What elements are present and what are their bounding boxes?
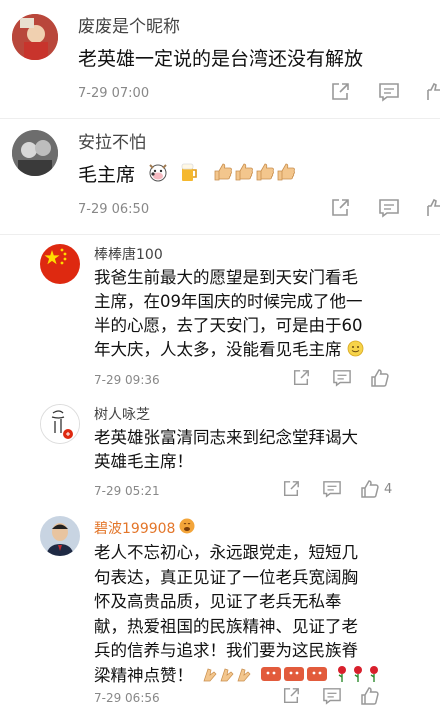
cow-emoji xyxy=(147,161,169,188)
avatar[interactable] xyxy=(12,130,58,176)
text-line: 主席，在09年国庆的时候完成了他一 xyxy=(94,292,363,311)
like-icon xyxy=(371,369,389,387)
text-line: 老人不忘初心，永远跟党走，短短几 xyxy=(94,543,358,562)
avatar[interactable] xyxy=(40,404,80,444)
reply-button[interactable] xyxy=(378,198,400,218)
share-button[interactable] xyxy=(292,369,310,387)
username[interactable]: 树人咏芝 xyxy=(94,404,150,424)
share-icon xyxy=(332,83,349,100)
timestamp: 7-29 07:00 xyxy=(78,86,150,101)
timestamp: 7-29 06:50 xyxy=(78,202,150,217)
like-icon xyxy=(361,687,379,705)
avatar[interactable] xyxy=(12,14,58,60)
fire-emoji xyxy=(179,518,195,538)
text-line: 句表达，真正见证了一位老兵宽阔胸 xyxy=(94,567,358,587)
share-button[interactable] xyxy=(330,198,350,218)
username[interactable]: 废废是个昵称 xyxy=(78,12,180,37)
beer-emoji xyxy=(179,161,199,188)
comment-item: 安拉不怕 毛主席 7-29 06:50 xyxy=(0,120,440,236)
share-icon xyxy=(283,688,299,704)
like-icon xyxy=(361,480,379,498)
comment-icon xyxy=(333,370,351,387)
text-line: 献，热爱祖国的民族精神、见证了老 xyxy=(94,616,358,636)
timestamp: 7-29 09:36 xyxy=(94,373,160,387)
text-line-wrap: 年大庆，人太多，没能看见毛主席 xyxy=(94,338,364,364)
comment-item: 废废是个昵称 老英雄一定说的是台湾还没有解放 7-29 07:00 xyxy=(0,0,440,120)
text-line: 老英雄张富清同志来到纪念堂拜谒大 xyxy=(94,428,358,447)
text-line: 半的心愿，去了天安门，可是由于60 xyxy=(94,316,363,335)
like-icon xyxy=(427,198,440,216)
timestamp: 7-29 06:56 xyxy=(94,691,160,705)
text-line: 我爸生前最大的愿望是到天安门看毛 xyxy=(94,268,358,287)
text-line: 英雄毛主席！ xyxy=(94,452,193,471)
username[interactable]: 棒棒唐100 xyxy=(94,244,163,264)
comment-icon xyxy=(323,481,341,498)
smile-emoji xyxy=(347,340,364,364)
share-icon xyxy=(332,199,349,216)
like-button[interactable] xyxy=(370,368,390,388)
comment-text-label: 毛主席 xyxy=(78,164,136,186)
reply-button[interactable] xyxy=(332,369,352,387)
like-button[interactable] xyxy=(426,82,440,102)
like-button[interactable] xyxy=(426,198,440,218)
share-icon xyxy=(293,370,309,386)
share-icon xyxy=(283,481,299,497)
comment-icon xyxy=(379,199,399,218)
reply-button[interactable] xyxy=(378,82,400,102)
reply-button[interactable] xyxy=(322,480,342,498)
divider xyxy=(0,118,440,119)
username[interactable]: 碧波199908 xyxy=(94,518,195,538)
clap-emoji xyxy=(202,666,254,691)
avatar[interactable] xyxy=(40,244,80,284)
timestamp: 7-29 05:21 xyxy=(94,484,160,498)
comment-text: 毛主席 xyxy=(78,160,297,188)
share-button[interactable] xyxy=(282,687,300,705)
reply-text: 我爸生前最大的愿望是到天安门看毛 主席，在09年国庆的时候完成了他一 半的心愿，… xyxy=(94,266,364,364)
text-line: 年大庆，人太多，没能看见毛主席 xyxy=(94,340,342,359)
share-button[interactable] xyxy=(282,480,300,498)
thumbs-up-emoji xyxy=(213,161,297,188)
reply-button[interactable] xyxy=(322,687,342,705)
username-label: 碧波199908 xyxy=(94,521,176,537)
text-line: 怀及高贵品质，见证了老兵无私奉 xyxy=(94,592,342,611)
share-button[interactable] xyxy=(330,82,350,102)
reply-item: 碧波199908 老人不忘初心，永远跟党走，短短几 句表达，真正见证了一位老兵宽… xyxy=(0,508,440,719)
comment-icon xyxy=(323,688,341,705)
like-icon xyxy=(427,82,440,100)
like-button[interactable]: 4 xyxy=(360,479,392,499)
comment-text: 老英雄一定说的是台湾还没有解放 xyxy=(78,48,364,70)
reply-item: 棒棒唐100 我爸生前最大的愿望是到天安门看毛 主席，在09年国庆的时候完成了他… xyxy=(0,236,440,396)
username[interactable]: 安拉不怕 xyxy=(78,128,146,153)
text-line: 兵的信养与追求！我们要为这民族脊 xyxy=(94,641,358,660)
reply-text: 老英雄张富清同志来到纪念堂拜谒大 英雄毛主席！ xyxy=(94,426,358,474)
text-line: 梁精神点赞！ xyxy=(94,665,193,685)
like-count: 4 xyxy=(384,481,393,497)
reply-item: 树人咏芝 老英雄张富清同志来到纪念堂拜谒大 英雄毛主席！ 7-29 05:21 … xyxy=(0,396,440,508)
like-button[interactable] xyxy=(360,686,380,706)
avatar[interactable] xyxy=(40,516,80,556)
comment-icon xyxy=(379,83,399,102)
reply-text: 老人不忘初心，永远跟党走，短短几 句表达，真正见证了一位老兵宽阔胸 怀及高贵品质… xyxy=(94,541,383,690)
divider xyxy=(0,234,440,235)
